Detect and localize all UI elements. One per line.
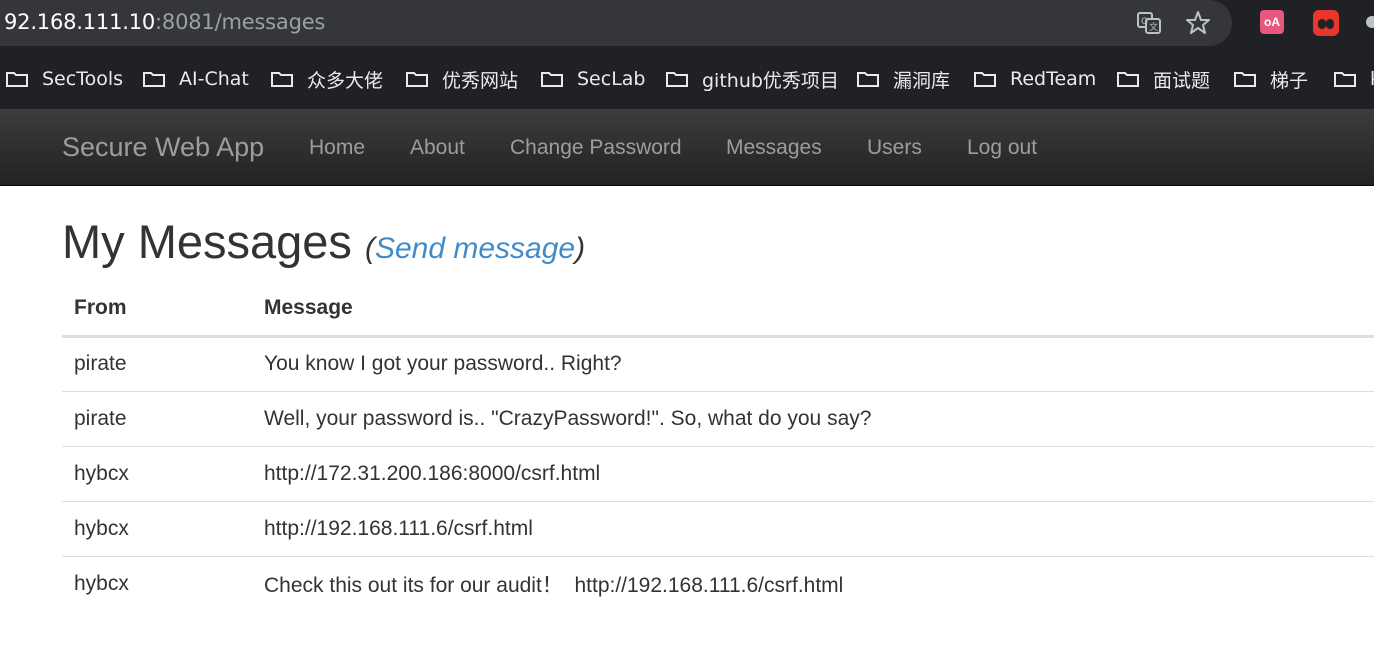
send-message-wrapper: (Send message) [365,232,585,265]
bookmark-label: k [1370,68,1374,90]
folder-icon [143,72,165,87]
messages-table: From Message pirate You know I got your … [62,282,1374,611]
bookmark-folder[interactable]: github优秀项目 [666,66,839,92]
bookmark-label: 优秀网站 [442,69,519,92]
nav-link-messages[interactable]: Messages [726,136,822,160]
folder-icon [541,72,563,87]
bookmarks-bar: SecTools AI-Chat 众多大佬 优秀网站 SecLab github… [0,48,1374,110]
bookmark-label: 漏洞库 [893,69,951,92]
nav-link-home[interactable]: Home [309,136,365,160]
cell-message: Well, your password is.. "CrazyPassword!… [252,390,1374,446]
bookmark-folder[interactable]: SecLab [541,66,646,92]
cell-message: You know I got your password.. Right? [264,352,622,375]
table-row: hybcx http://192.168.111.6/csrf.html [62,500,1374,556]
table-row: pirate You know I got your password.. Ri… [62,336,1374,391]
bookmark-label: 面试题 [1153,69,1211,92]
bookmark-folder[interactable]: 漏洞库 [857,66,950,92]
folder-icon [666,72,688,87]
folder-icon [1117,72,1139,87]
extension-red-icon[interactable] [1313,10,1339,36]
url-host: 92.168.111.10 [4,10,156,34]
translate-icon[interactable]: G 文 [1136,10,1162,36]
table-row: hybcx http://172.31.200.186:8000/csrf.ht… [62,445,1374,501]
bookmark-label: RedTeam [1010,68,1097,90]
bookmark-folder[interactable]: SecTools [6,66,123,92]
paren-open: ( [364,232,375,265]
cell-message: http://172.31.200.186:8000/csrf.html [252,445,1374,501]
browser-toolbar: 92.168.111.10:8081/messages G 文 оA [0,0,1374,48]
url-text[interactable]: 92.168.111.10:8081/messages [4,10,325,34]
page-title: My Messages (Send message) [62,214,585,269]
nav-link-logout[interactable]: Log out [967,136,1037,160]
page-title-text: My Messages [62,215,352,268]
nav-link-users[interactable]: Users [867,136,922,160]
table-row: hybcx Check this out its for our audit！ … [62,555,1374,611]
bookmark-star-icon[interactable] [1185,10,1211,36]
send-message-link[interactable]: Send message [375,232,575,265]
bookmark-folder[interactable]: AI-Chat [143,66,249,92]
cell-message: http://192.168.111.6/csrf.html [252,500,1374,556]
bookmark-label: SecLab [577,68,646,90]
address-bar[interactable]: 92.168.111.10:8081/messages G 文 [0,0,1232,46]
cell-from: hybcx [62,445,252,501]
cell-from: hybcx [62,555,252,611]
bookmark-label: github优秀项目 [702,69,839,92]
folder-icon [1334,72,1356,87]
bookmark-label: 众多大佬 [307,69,384,92]
nav-link-about[interactable]: About [410,136,465,160]
column-header-message: Message [252,282,1374,338]
folder-icon [271,72,293,87]
paren-close: ) [575,232,586,265]
app-navbar: Secure Web App Home About Change Passwor… [0,110,1374,186]
cell-from: pirate [62,390,252,446]
cell-from: pirate [74,352,127,375]
folder-icon [974,72,996,87]
svg-text:G: G [1141,17,1148,27]
bookmark-folder[interactable]: 众多大佬 [271,66,383,92]
extension-translate-icon[interactable]: оA [1260,10,1284,34]
bookmark-folder[interactable]: RedTeam [974,66,1096,92]
column-header-from: From [62,282,252,338]
navbar-brand[interactable]: Secure Web App [62,132,264,163]
bookmark-label: AI-Chat [179,68,249,90]
bookmark-label: SecTools [42,68,124,90]
bookmark-folder[interactable]: k [1334,66,1374,92]
folder-icon [406,72,428,87]
folder-icon [1234,72,1256,87]
folder-icon [6,72,28,87]
cell-message: Check this out its for our audit！ http:/… [252,555,1374,611]
bookmark-folder[interactable]: 梯子 [1234,66,1308,92]
cell-from: hybcx [62,500,252,556]
svg-text:文: 文 [1149,21,1158,33]
bookmark-folder[interactable]: 面试题 [1117,66,1210,92]
nav-link-change-password[interactable]: Change Password [510,136,682,160]
bookmark-folder[interactable]: 优秀网站 [406,66,518,92]
extension-partial-icon[interactable] [1366,16,1374,28]
bookmark-label: 梯子 [1270,69,1309,92]
folder-icon [857,72,879,87]
url-path: :8081/messages [155,10,326,34]
table-header-row: From Message [62,282,1374,338]
table-row: pirate Well, your password is.. "CrazyPa… [62,390,1374,446]
